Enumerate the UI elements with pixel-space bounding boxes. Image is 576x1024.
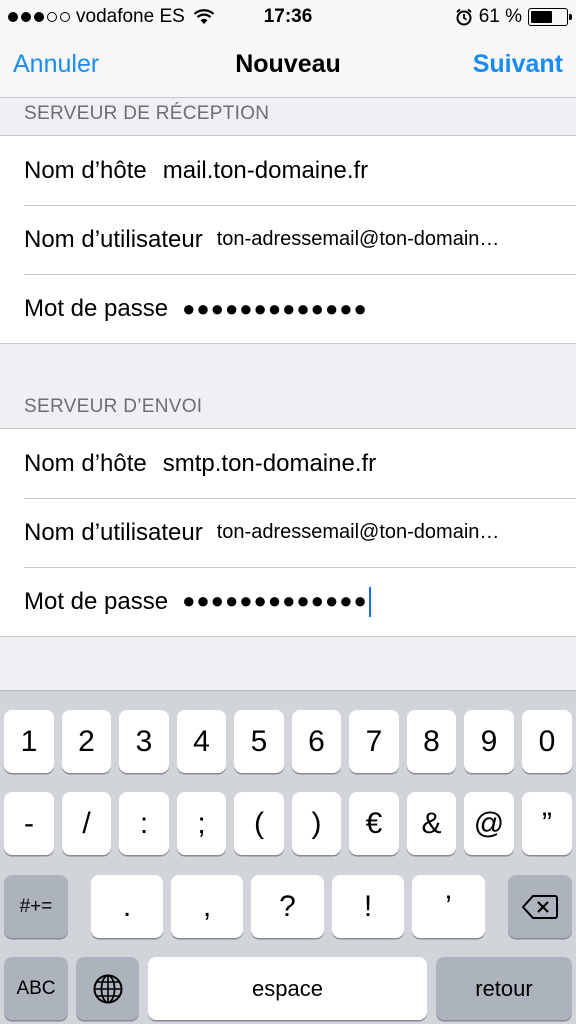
key-4[interactable]: 4 [177, 710, 226, 773]
key-euro[interactable]: € [349, 792, 399, 855]
return-key[interactable]: retour [436, 957, 572, 1020]
key-3[interactable]: 3 [119, 710, 169, 773]
key-open-paren[interactable]: ( [234, 792, 284, 855]
key-question[interactable]: ? [251, 875, 324, 938]
numeric-keyboard: 1 2 3 4 5 6 7 8 9 0 - / : ; ( ) € & @ ” … [0, 690, 576, 1024]
text-cursor [368, 586, 371, 617]
outgoing-host-row[interactable]: Nom d’hôte smtp.ton-domaine.fr [0, 429, 576, 498]
incoming-password-label: Mot de passe [24, 294, 169, 322]
key-5[interactable]: 5 [234, 710, 284, 773]
outgoing-host-field[interactable]: smtp.ton-domaine.fr [163, 450, 376, 478]
backspace-icon [522, 894, 558, 919]
outgoing-password-dots: ●●●●●●●●●●●●● [182, 587, 368, 613]
outgoing-password-field[interactable]: ●●●●●●●●●●●●● [182, 586, 371, 617]
status-bar: vodafone ES 17:36 61 % [0, 0, 576, 34]
key-at[interactable]: @ [464, 792, 514, 855]
key-exclamation[interactable]: ! [332, 875, 404, 938]
key-6[interactable]: 6 [292, 710, 341, 773]
key-9[interactable]: 9 [464, 710, 514, 773]
navigation-bar: Annuler Nouveau Suivant [0, 34, 576, 98]
key-slash[interactable]: / [62, 792, 111, 855]
key-ampersand[interactable]: & [407, 792, 456, 855]
abc-key[interactable]: ABC [4, 957, 68, 1020]
space-key[interactable]: espace [148, 957, 427, 1020]
incoming-host-field[interactable]: mail.ton-domaine.fr [163, 157, 368, 185]
key-apostrophe[interactable]: ’ [412, 875, 485, 938]
key-semicolon[interactable]: ; [177, 792, 226, 855]
key-7[interactable]: 7 [349, 710, 399, 773]
incoming-host-row[interactable]: Nom d’hôte mail.ton-domaine.fr [0, 136, 576, 205]
key-1[interactable]: 1 [4, 710, 54, 773]
outgoing-user-field[interactable]: ton-adressemail@ton-domain… [217, 521, 500, 544]
incoming-server-group: Nom d’hôte mail.ton-domaine.fr Nom d’uti… [0, 135, 576, 344]
outgoing-server-group: Nom d’hôte smtp.ton-domaine.fr Nom d’uti… [0, 428, 576, 637]
key-quote[interactable]: ” [522, 792, 572, 855]
incoming-password-row[interactable]: Mot de passe ●●●●●●●●●●●●● [0, 274, 576, 343]
outgoing-user-label: Nom d’utilisateur [24, 518, 203, 546]
battery-percent: 61 % [478, 6, 522, 27]
incoming-user-field[interactable]: ton-adressemail@ton-domain… [217, 228, 500, 251]
outgoing-password-label: Mot de passe [24, 587, 169, 615]
incoming-user-label: Nom d’utilisateur [24, 225, 203, 253]
incoming-user-row[interactable]: Nom d’utilisateur ton-adressemail@ton-do… [0, 205, 576, 274]
key-period[interactable]: . [91, 875, 163, 938]
globe-key[interactable] [76, 957, 139, 1020]
outgoing-section-header: SERVEUR D’ENVOI [24, 396, 203, 417]
alarm-icon [456, 8, 472, 26]
incoming-host-label: Nom d’hôte [24, 156, 147, 184]
key-comma[interactable]: , [171, 875, 243, 938]
battery-icon [528, 8, 572, 26]
battery-fill [531, 11, 552, 23]
key-hyphen[interactable]: - [4, 792, 54, 855]
incoming-password-field[interactable]: ●●●●●●●●●●●●● [182, 296, 368, 322]
outgoing-password-row[interactable]: Mot de passe ●●●●●●●●●●●●● [0, 567, 576, 636]
key-0[interactable]: 0 [522, 710, 572, 773]
key-close-paren[interactable]: ) [292, 792, 341, 855]
key-8[interactable]: 8 [407, 710, 456, 773]
globe-icon [93, 974, 122, 1003]
outgoing-host-label: Nom d’hôte [24, 449, 147, 477]
next-button[interactable]: Suivant [473, 50, 563, 79]
key-colon[interactable]: : [119, 792, 169, 855]
outgoing-user-row[interactable]: Nom d’utilisateur ton-adressemail@ton-do… [0, 498, 576, 567]
status-right: 61 % [455, 6, 572, 28]
delete-key[interactable] [508, 875, 572, 938]
key-2[interactable]: 2 [62, 710, 111, 773]
incoming-section-header: SERVEUR DE RÉCEPTION [24, 103, 270, 124]
symbols-toggle-key[interactable]: #+= [4, 875, 68, 938]
